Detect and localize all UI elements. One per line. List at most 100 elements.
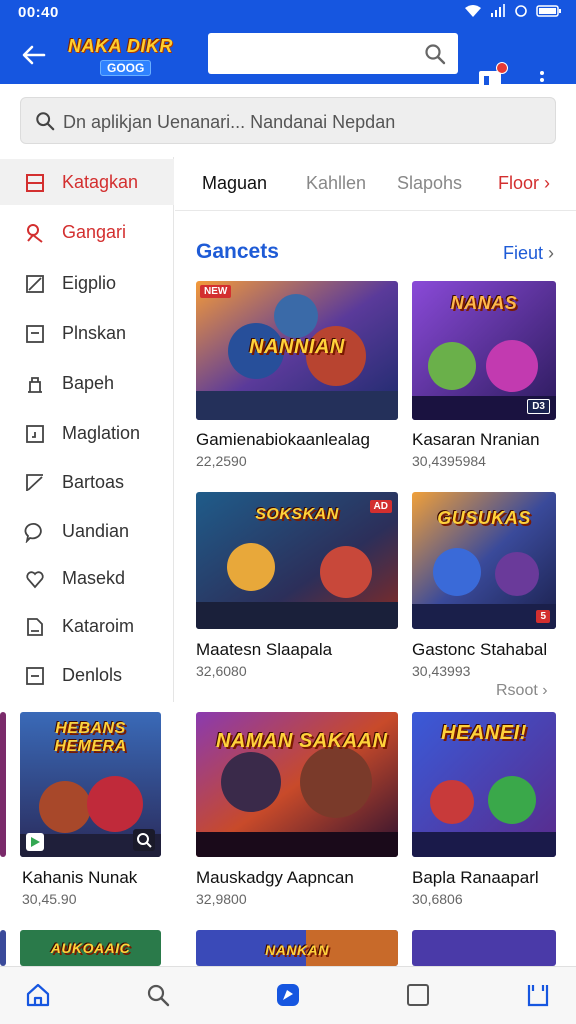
gamepad-icon — [27, 224, 43, 243]
section-see-all-link[interactable]: Fieut › — [503, 243, 554, 264]
apps-icon[interactable] — [274, 981, 302, 1009]
game-art-title: NANKAN — [265, 942, 329, 958]
minus-box-icon — [26, 667, 44, 685]
top-search-box[interactable] — [208, 33, 458, 74]
sidebar-item-bapeh[interactable]: Bapeh — [0, 360, 174, 406]
sidebar-item-denlols[interactable]: Denlols — [0, 652, 174, 698]
cart-button[interactable] — [476, 62, 508, 94]
play-store-icon — [26, 833, 44, 851]
game-card-count: 32,6080 — [196, 663, 247, 679]
game-card-count: 30,45.90 — [22, 891, 77, 907]
game-card-image[interactable]: HEANEI! — [412, 712, 556, 857]
sidebar-item-uandian[interactable]: Uandian — [0, 508, 174, 554]
chat-icon — [24, 522, 42, 543]
sidebar-item-plnskan[interactable]: Plnskan — [0, 310, 174, 356]
game-card-image[interactable]: NANAS D3 — [412, 281, 556, 420]
signal-icon — [491, 4, 505, 17]
game-art-title: HEANEI! — [441, 722, 527, 744]
game-artwork — [412, 930, 556, 966]
sidebar-item-label: Gangari — [62, 222, 127, 242]
sidebar-item-label: Bartoas — [62, 472, 125, 492]
peek-artwork — [0, 930, 6, 966]
chevron-right-icon: › — [542, 682, 548, 699]
game-card-count: 30,6806 — [412, 891, 463, 907]
game-card-image[interactable]: GUSUKAS 5 — [412, 492, 556, 629]
heart-icon — [26, 571, 44, 589]
sidebar-item-gangari[interactable]: Gangari — [0, 209, 174, 255]
book-icon — [26, 425, 44, 443]
new-badge: NEW — [200, 285, 232, 298]
more-link[interactable]: Rsoot › — [496, 682, 548, 700]
status-time: 00:40 — [18, 4, 59, 21]
game-card-count: 32,9800 — [196, 891, 247, 907]
home-icon[interactable] — [24, 981, 52, 1009]
game-card-image[interactable]: AUKOAAIC — [20, 930, 161, 966]
tab-kahllen[interactable]: Kahllen — [306, 173, 366, 194]
sidebar-item-kataroim[interactable]: Kataroim — [0, 603, 174, 649]
game-card-title[interactable]: Maatesn Slaapala — [196, 640, 332, 660]
game-art-title: AUKOAAIC — [50, 940, 131, 956]
library-icon[interactable] — [524, 981, 552, 1009]
screen-rotate-icon — [515, 5, 527, 17]
game-card-title[interactable]: Mauskadgy Aapncan — [196, 868, 354, 888]
rating-badge: 5 — [536, 610, 550, 623]
sidebar-item-eigplio[interactable]: Eigplio — [0, 260, 174, 306]
sidebar-item-label: Plnskan — [62, 323, 127, 343]
search-icon[interactable] — [424, 43, 446, 65]
search-input[interactable]: Dn aplikjan Uenanari... Nandanai Nepdan — [20, 97, 556, 144]
game-card-title[interactable]: Bapla Ranaaparl — [412, 868, 539, 888]
building-icon — [28, 377, 42, 393]
tab-maguan[interactable]: Maguan — [202, 173, 267, 194]
sidebar-item-maglation[interactable]: Maglation — [0, 410, 174, 456]
game-art-title: SOKSKAN — [255, 506, 339, 523]
search-icon — [36, 112, 55, 131]
sidebar-item-label: Masekd — [62, 568, 126, 588]
tab-floor-label: Floor — [498, 173, 540, 193]
sidebar-item-label: Uandian — [62, 521, 130, 541]
more-link-label: Rsoot — [496, 682, 538, 699]
square-icon[interactable] — [404, 981, 432, 1009]
status-bar: 00:40 — [0, 0, 576, 26]
tab-slapohs[interactable]: Slapohs — [397, 173, 462, 194]
game-card-image[interactable]: HEBANS HEMERA — [20, 712, 161, 857]
game-card-count: 30,4395984 — [412, 453, 486, 469]
game-card-image[interactable]: NANKAN — [196, 930, 398, 966]
sidebar-item-label: Bapeh — [62, 373, 115, 393]
tab-floor[interactable]: Floor › — [498, 173, 550, 194]
game-card-title[interactable]: Kahanis Nunak — [22, 868, 137, 888]
sidebar-item-katagkan[interactable]: Katagkan — [0, 159, 174, 205]
note-icon — [27, 618, 43, 636]
pencil-icon — [26, 474, 43, 491]
game-card-title[interactable]: Kasaran Nranian — [412, 430, 540, 450]
section-link-label: Fieut — [502, 243, 543, 263]
ad-badge: AD — [369, 500, 392, 513]
app-logo[interactable]: NAKA DIKR GOOG — [64, 34, 186, 78]
edit-icon — [26, 275, 44, 293]
game-card-title[interactable]: Gastonc Stahabal — [412, 640, 547, 660]
logo-subtext: GOOG — [100, 60, 152, 76]
sidebar-item-label: Maglation — [62, 423, 141, 443]
category-tabs: Maguan Kahllen Slapohs Floor › — [175, 157, 576, 211]
peek-artwork — [0, 712, 6, 857]
document-icon — [26, 325, 44, 343]
game-card-image[interactable] — [412, 930, 556, 966]
game-card-image[interactable]: SOKSKAN AD — [196, 492, 398, 629]
search-icon[interactable] — [144, 981, 172, 1009]
game-card-count: 30,43993 — [412, 663, 471, 679]
game-card-title[interactable]: Gamienabiokaanlealag — [196, 430, 370, 450]
more-menu-button[interactable] — [530, 66, 554, 94]
section-title: Gancets — [196, 240, 279, 263]
peek-card-image — [0, 712, 6, 857]
notification-dot — [496, 62, 508, 74]
game-art-title: HEBANS HEMERA — [54, 720, 127, 755]
search-placeholder: Dn aplikjan Uenanari... Nandanai Nepdan — [63, 112, 396, 132]
chevron-right-icon: › — [548, 243, 554, 263]
back-arrow-icon[interactable] — [18, 40, 48, 70]
sidebar-item-bartoas[interactable]: Bartoas — [0, 459, 174, 505]
game-card-image[interactable]: NAMAN SAKAAN — [196, 712, 398, 857]
sidebar-item-masekd[interactable]: Masekd — [0, 555, 174, 601]
sidebar-item-label: Katagkan — [62, 172, 139, 192]
category-sidebar: Katagkan Gangari Eigplio Plnskan Bapeh M… — [0, 157, 174, 702]
game-card-image[interactable]: NANNIAN NEW — [196, 281, 398, 420]
logo-text: NAKA DIKR — [68, 36, 173, 56]
